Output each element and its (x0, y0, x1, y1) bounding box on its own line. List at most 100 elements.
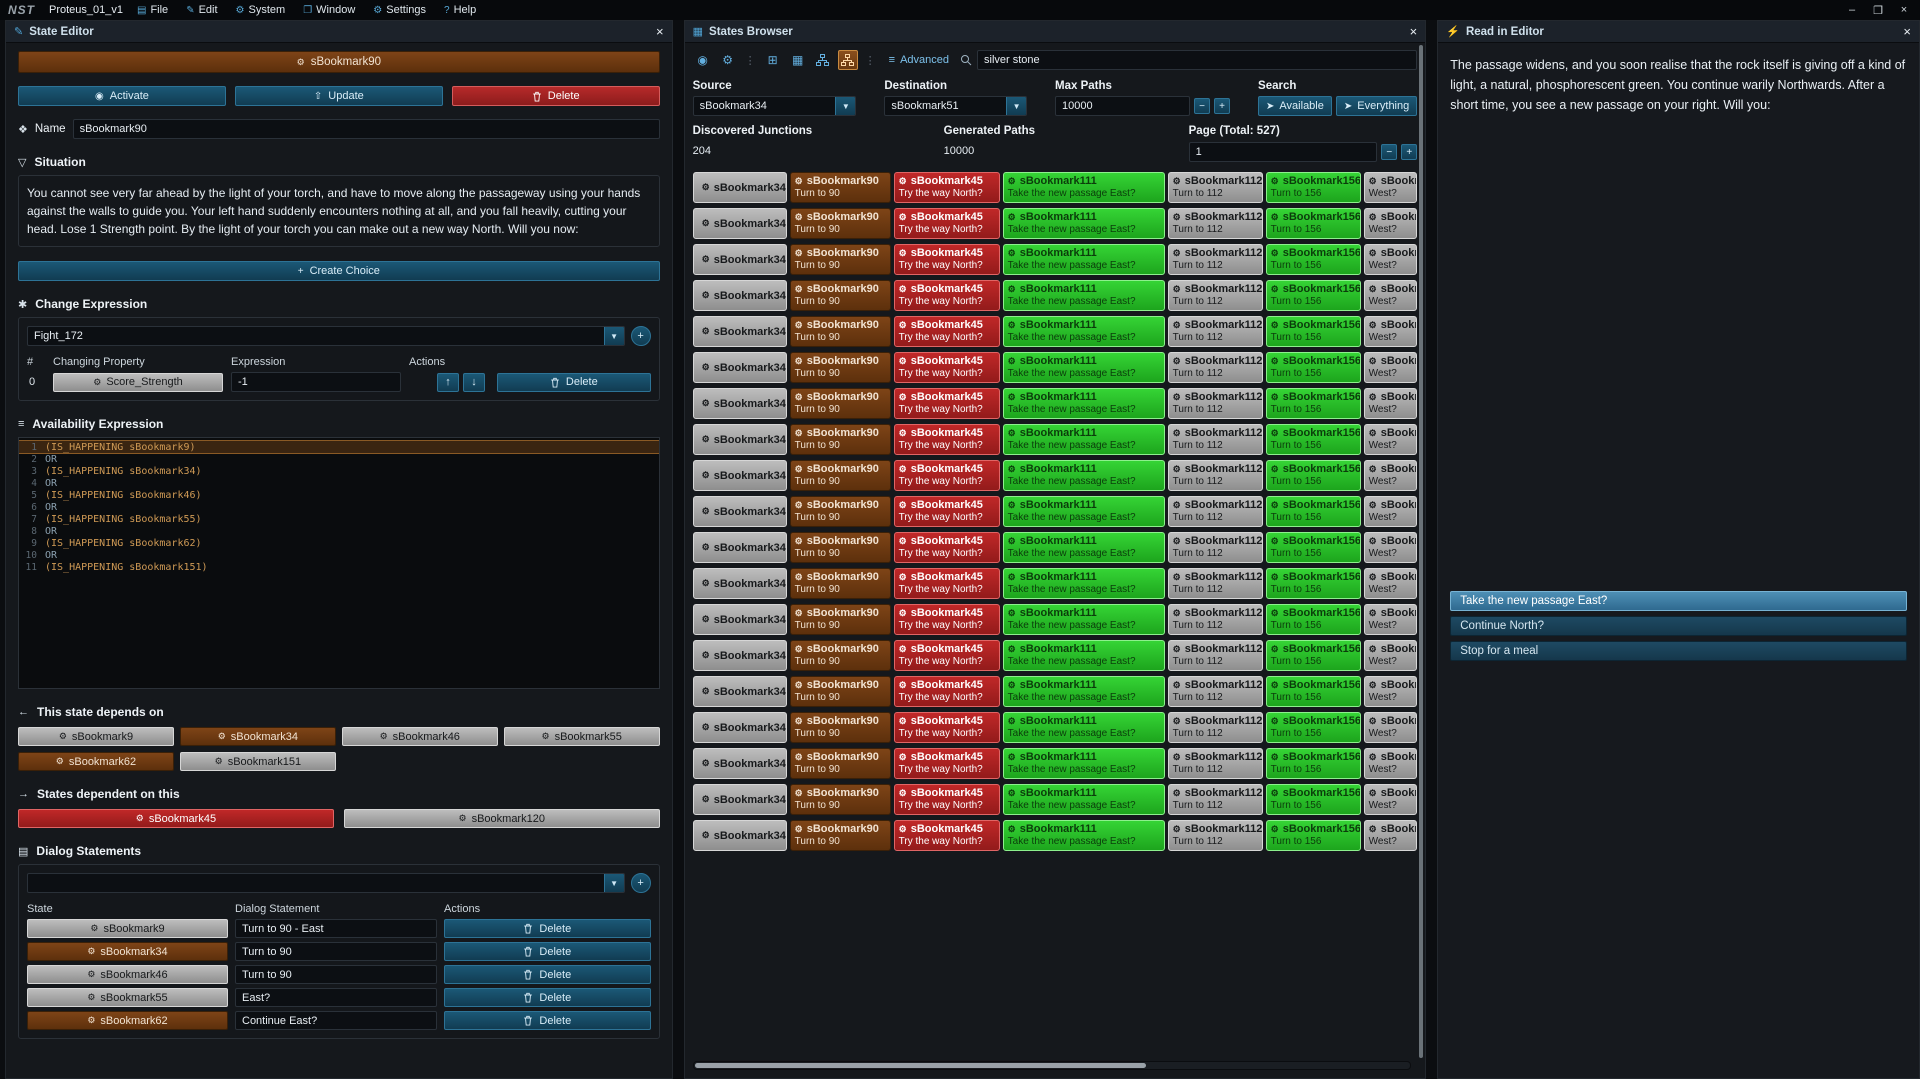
expression-line[interactable]: 4OR (19, 477, 659, 489)
path-cell[interactable]: ⚙sBookmark112Turn to 112 (1168, 712, 1263, 743)
path-cell[interactable]: ⚙sBookmark112Turn to 112 (1168, 604, 1263, 635)
path-cell[interactable]: ⚙sBookmark45Try the way North? (894, 532, 1000, 563)
dropdown-icon[interactable]: ▼ (604, 874, 624, 892)
menu-edit[interactable]: ✎Edit (186, 4, 217, 16)
path-cell[interactable]: ⚙sBookmark34 (693, 676, 787, 707)
expression-line[interactable]: 7(IS_HAPPENING sBookmark55) (19, 513, 659, 525)
path-cell[interactable]: ⚙sBookmark34 (693, 460, 787, 491)
path-cell[interactable]: ⚙sBookmarkWest? (1364, 532, 1418, 563)
path-cell[interactable]: ⚙sBookmark111Take the new passage East? (1003, 604, 1165, 635)
path-cell[interactable]: ⚙sBookmark90Turn to 90 (790, 820, 891, 851)
path-cell[interactable]: ⚙sBookmark90Turn to 90 (790, 280, 891, 311)
expression-line[interactable]: 11(IS_HAPPENING sBookmark151) (19, 561, 659, 573)
path-cell[interactable]: ⚙sBookmarkWest? (1364, 388, 1418, 419)
add-change-expression-button[interactable]: + (631, 326, 651, 346)
path-cell[interactable]: ⚙sBookmark34 (693, 172, 787, 203)
settings-button[interactable]: ⚙ (718, 50, 738, 70)
path-cell[interactable]: ⚙sBookmark34 (693, 244, 787, 275)
path-cell[interactable]: ⚙sBookmark34 (693, 640, 787, 671)
max-paths-decrement-button[interactable]: − (1194, 98, 1210, 114)
path-cell[interactable]: ⚙sBookmark90Turn to 90 (790, 532, 891, 563)
path-cell[interactable]: ⚙sBookmark34 (693, 388, 787, 419)
path-cell[interactable]: ⚙sBookmark156Turn to 156 (1266, 532, 1361, 563)
state-button-sbookmark55[interactable]: ⚙sBookmark55 (504, 727, 660, 746)
delete-dialog-button[interactable]: Delete (444, 1011, 651, 1030)
advanced-button[interactable]: ≡ Advanced (883, 50, 955, 70)
state-button-sbookmark151[interactable]: ⚙sBookmark151 (180, 752, 336, 771)
expression-line[interactable]: 8OR (19, 525, 659, 537)
generate-button[interactable]: ◉ (693, 50, 713, 70)
path-cell[interactable]: ⚙sBookmark34 (693, 280, 787, 311)
path-cell[interactable]: ⚙sBookmark45Try the way North? (894, 604, 1000, 635)
path-cell[interactable]: ⚙sBookmark112Turn to 112 (1168, 496, 1263, 527)
state-button-sbookmark45[interactable]: ⚙sBookmark45 (18, 809, 334, 828)
state-button-sbookmark120[interactable]: ⚙sBookmark120 (344, 809, 660, 828)
path-cell[interactable]: ⚙sBookmark156Turn to 156 (1266, 784, 1361, 815)
path-cell[interactable]: ⚙sBookmark90Turn to 90 (790, 460, 891, 491)
path-cell[interactable]: ⚙sBookmark156Turn to 156 (1266, 676, 1361, 707)
path-cell[interactable]: ⚙sBookmark111Take the new passage East? (1003, 424, 1165, 455)
path-cell[interactable]: ⚙sBookmark45Try the way North? (894, 496, 1000, 527)
dialog-statement-input[interactable] (235, 942, 437, 961)
minimize-icon[interactable]: – (1846, 4, 1858, 16)
dialog-statement-input[interactable] (235, 965, 437, 984)
path-cell[interactable]: ⚙sBookmark111Take the new passage East? (1003, 244, 1165, 275)
path-cell[interactable]: ⚙sBookmark112Turn to 112 (1168, 748, 1263, 779)
name-input[interactable] (73, 119, 660, 139)
restore-icon[interactable]: ❐ (1872, 4, 1884, 17)
close-icon[interactable]: × (1903, 24, 1911, 39)
path-cell[interactable]: ⚙sBookmark45Try the way North? (894, 568, 1000, 599)
page-input[interactable] (1189, 142, 1378, 162)
path-cell[interactable]: ⚙sBookmark90Turn to 90 (790, 244, 891, 275)
path-cell[interactable]: ⚙sBookmark45Try the way North? (894, 280, 1000, 311)
path-cell[interactable]: ⚙sBookmarkWest? (1364, 640, 1418, 671)
path-cell[interactable]: ⚙sBookmark90Turn to 90 (790, 388, 891, 419)
path-cell[interactable]: ⚙sBookmark90Turn to 90 (790, 208, 891, 239)
path-cell[interactable]: ⚙sBookmark111Take the new passage East? (1003, 676, 1165, 707)
move-down-button[interactable]: ↓ (463, 373, 485, 392)
close-icon[interactable]: × (1898, 4, 1910, 16)
path-cell[interactable]: ⚙sBookmark112Turn to 112 (1168, 532, 1263, 563)
path-cell[interactable]: ⚙sBookmark156Turn to 156 (1266, 352, 1361, 383)
delete-dialog-button[interactable]: Delete (444, 919, 651, 938)
path-cell[interactable]: ⚙sBookmark111Take the new passage East? (1003, 748, 1165, 779)
path-cell[interactable]: ⚙sBookmark34 (693, 316, 787, 347)
path-cell[interactable]: ⚙sBookmark90Turn to 90 (790, 748, 891, 779)
path-cell[interactable]: ⚙sBookmark90Turn to 90 (790, 496, 891, 527)
current-state-button[interactable]: ⚙ sBookmark90 (18, 51, 660, 73)
path-cell[interactable]: ⚙sBookmark156Turn to 156 (1266, 424, 1361, 455)
path-cell[interactable]: ⚙sBookmarkWest? (1364, 496, 1418, 527)
path-cell[interactable]: ⚙sBookmark90Turn to 90 (790, 676, 891, 707)
state-button-sbookmark34[interactable]: ⚙sBookmark34 (180, 727, 336, 746)
path-cell[interactable]: ⚙sBookmark34 (693, 604, 787, 635)
path-cell[interactable]: ⚙sBookmark90Turn to 90 (790, 424, 891, 455)
expression-line[interactable]: 5(IS_HAPPENING sBookmark46) (19, 489, 659, 501)
path-cell[interactable]: ⚙sBookmark34 (693, 820, 787, 851)
page-increment-button[interactable]: + (1401, 144, 1417, 160)
path-cell[interactable]: ⚙sBookmarkWest? (1364, 460, 1418, 491)
path-cell[interactable]: ⚙sBookmarkWest? (1364, 244, 1418, 275)
menu-file[interactable]: ▤File (137, 4, 168, 16)
path-cell[interactable]: ⚙sBookmark90Turn to 90 (790, 784, 891, 815)
change-expression-select[interactable]: Fight_172 ▼ (27, 326, 625, 346)
path-cell[interactable]: ⚙sBookmark90Turn to 90 (790, 172, 891, 203)
path-cell[interactable]: ⚙sBookmark111Take the new passage East? (1003, 316, 1165, 347)
expression-line[interactable]: 9(IS_HAPPENING sBookmark62) (19, 537, 659, 549)
add-dialog-statement-button[interactable]: + (631, 873, 651, 893)
state-button-sbookmark46[interactable]: ⚙sBookmark46 (342, 727, 498, 746)
path-cell[interactable]: ⚙sBookmark156Turn to 156 (1266, 496, 1361, 527)
path-cell[interactable]: ⚙sBookmark156Turn to 156 (1266, 460, 1361, 491)
path-cell[interactable]: ⚙sBookmark111Take the new passage East? (1003, 712, 1165, 743)
availability-code[interactable]: 1(IS_HAPPENING sBookmark9)2OR3(IS_HAPPEN… (18, 437, 660, 689)
path-cell[interactable]: ⚙sBookmark34 (693, 532, 787, 563)
path-cell[interactable]: ⚙sBookmark34 (693, 748, 787, 779)
search-input[interactable] (977, 50, 1417, 70)
scrollbar-thumb[interactable] (695, 1063, 1146, 1068)
path-cell[interactable]: ⚙sBookmark111Take the new passage East? (1003, 172, 1165, 203)
expression-line[interactable]: 6OR (19, 501, 659, 513)
path-cell[interactable]: ⚙sBookmark111Take the new passage East? (1003, 208, 1165, 239)
path-cell[interactable]: ⚙sBookmark112Turn to 112 (1168, 352, 1263, 383)
path-cell[interactable]: ⚙sBookmark45Try the way North? (894, 316, 1000, 347)
choice-button[interactable]: Continue North? (1450, 616, 1907, 636)
path-cell[interactable]: ⚙sBookmark112Turn to 112 (1168, 316, 1263, 347)
